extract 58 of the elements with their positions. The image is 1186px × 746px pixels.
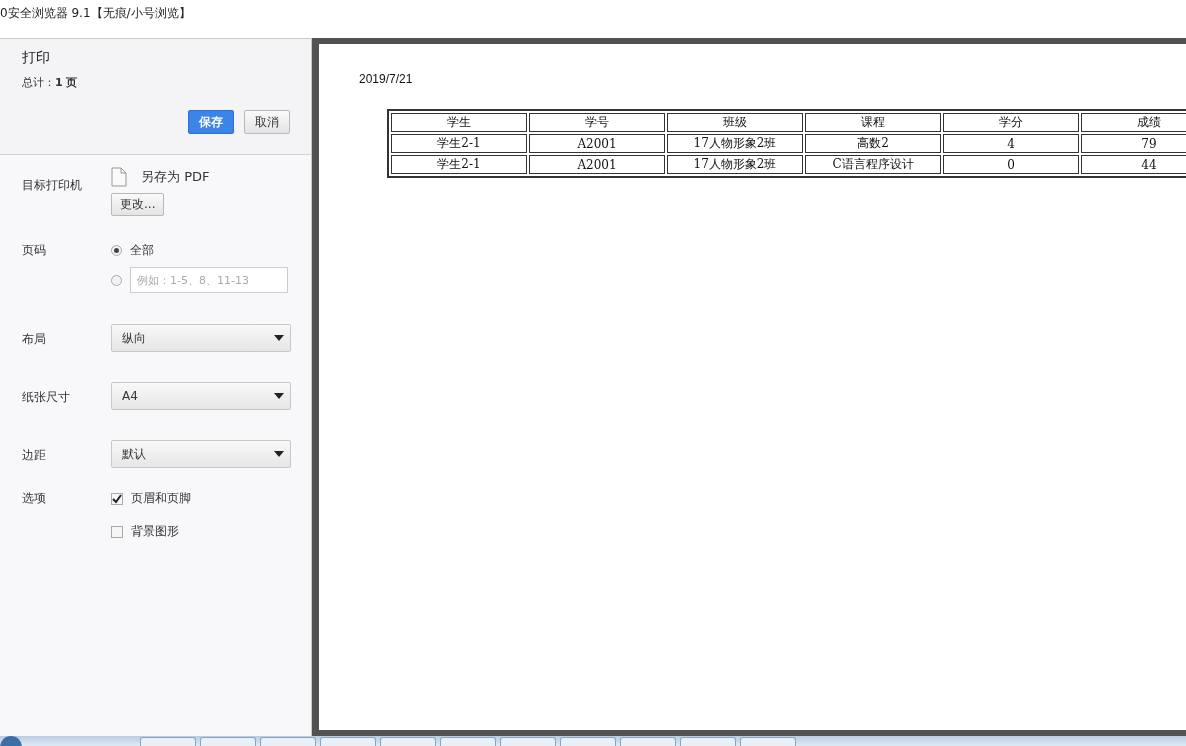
setting-label: 布局 — [22, 332, 46, 346]
table-cell: 17人物形象2班 — [667, 155, 803, 174]
taskbar-button[interactable] — [200, 737, 256, 746]
column-header: 成绩 — [1081, 113, 1186, 132]
radio-button[interactable] — [111, 245, 122, 256]
printer-name: 另存为 PDF — [141, 168, 210, 186]
table-cell: A2001 — [529, 155, 665, 174]
setting-label: 页码 — [22, 243, 46, 257]
checkbox[interactable] — [111, 525, 123, 538]
table-cell: 0 — [943, 155, 1079, 174]
taskbar-button[interactable] — [620, 737, 676, 746]
page-total: 总计：1 页 — [22, 75, 79, 90]
radio-button[interactable] — [111, 274, 122, 286]
taskbar-button[interactable] — [440, 737, 496, 746]
print-date: 2019/7/21 — [359, 72, 413, 86]
dropdown[interactable]: 纵向 — [111, 324, 291, 352]
table-cell: C语言程序设计 — [805, 155, 941, 174]
taskbar-button[interactable] — [320, 737, 376, 746]
radio-label: 全部 — [130, 242, 154, 259]
table-cell: 79 — [1081, 134, 1186, 153]
page-range-field[interactable]: 例如：1-5、8、11-13 — [130, 267, 288, 293]
table-cell: 高数2 — [805, 134, 941, 153]
setting-label: 边距 — [22, 448, 46, 462]
table-cell: 44 — [1081, 155, 1186, 174]
caret-icon — [274, 335, 284, 341]
taskbar-button[interactable] — [740, 737, 796, 746]
column-header: 学分 — [943, 113, 1079, 132]
table-cell: 学生2-1 — [391, 155, 527, 174]
caret-icon — [274, 451, 284, 457]
setting-label: 目标打印机 — [22, 178, 82, 192]
column-header: 学生 — [391, 113, 527, 132]
change-button[interactable]: 更改... — [111, 193, 165, 216]
setting-label: 选项 — [22, 491, 46, 505]
checkbox[interactable] — [111, 492, 123, 505]
taskbar-button[interactable] — [680, 737, 736, 746]
taskbar-button[interactable] — [500, 737, 556, 746]
caret-icon — [274, 393, 284, 399]
table-cell: 4 — [943, 134, 1079, 153]
setting-label: 纸张尺寸 — [22, 390, 70, 404]
column-header: 学号 — [529, 113, 665, 132]
dropdown[interactable]: A4 — [111, 382, 291, 410]
cancel-button[interactable]: 取消 — [244, 110, 290, 134]
taskbar-button[interactable] — [260, 737, 316, 746]
panel-title: 打印 — [22, 49, 51, 67]
table-cell: A2001 — [529, 134, 665, 153]
document-icon — [111, 167, 127, 187]
taskbar-button[interactable] — [140, 737, 196, 746]
dropdown[interactable]: 默认 — [111, 440, 291, 468]
taskbar-button[interactable] — [380, 737, 436, 746]
column-header: 班级 — [667, 113, 803, 132]
column-header: 课程 — [805, 113, 941, 132]
window-title: 0安全浏览器 9.1【无痕/小号浏览】 — [0, 4, 191, 22]
table-cell: 学生2-1 — [391, 134, 527, 153]
checkbox-label: 页眉和页脚 — [131, 490, 191, 507]
taskbar-button[interactable] — [560, 737, 616, 746]
save-button[interactable]: 保存 — [188, 110, 234, 134]
table-cell: 17人物形象2班 — [667, 134, 803, 153]
checkbox-label: 背景图形 — [131, 523, 179, 540]
